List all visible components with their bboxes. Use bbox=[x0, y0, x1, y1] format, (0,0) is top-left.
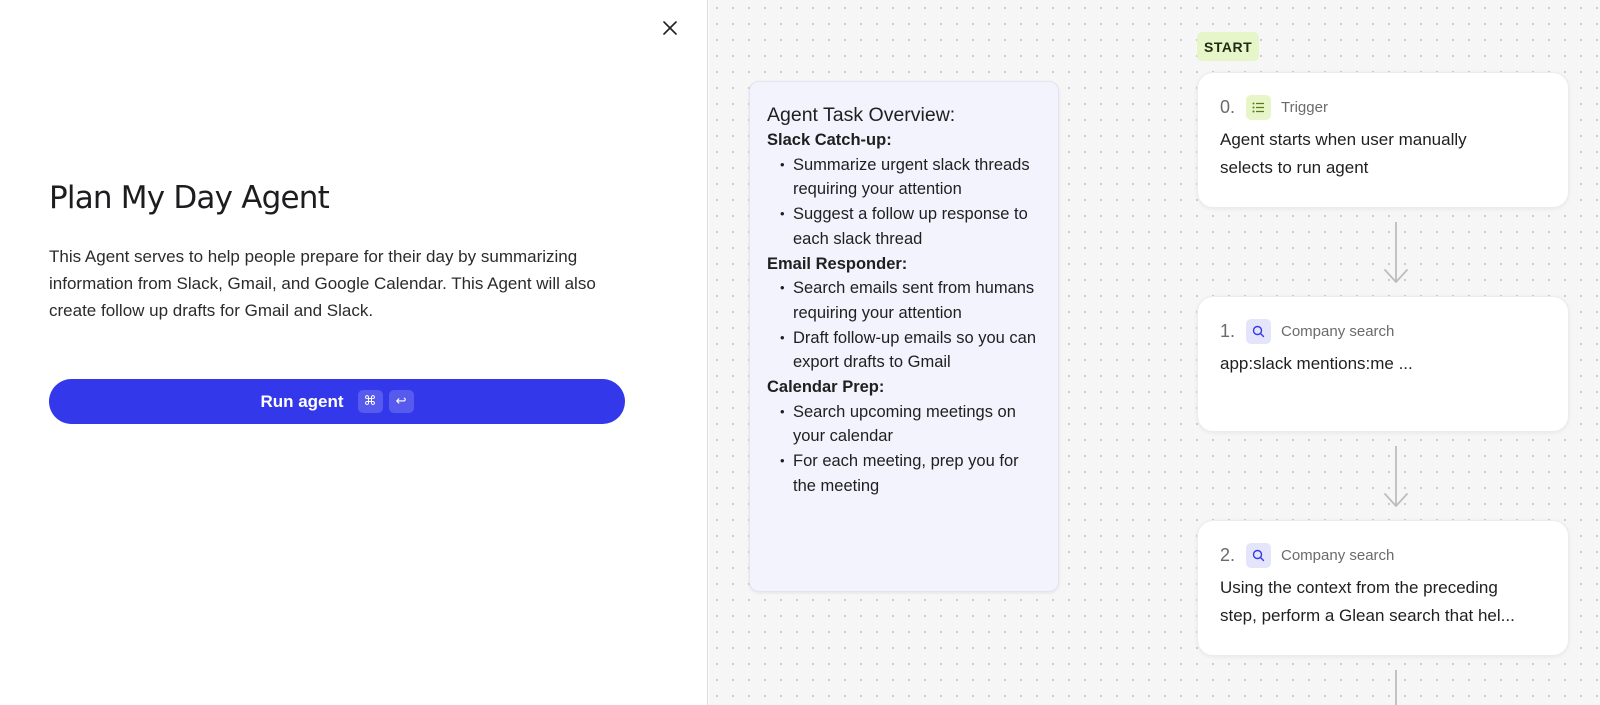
overview-bullet: Draft follow-up emails so you can export… bbox=[767, 326, 1041, 375]
step-type-label: Trigger bbox=[1281, 98, 1328, 116]
arrow-down-icon bbox=[1384, 222, 1408, 283]
overview-title: Agent Task Overview: bbox=[767, 104, 956, 126]
run-agent-button[interactable]: Run agent ⌘ ↩ bbox=[49, 379, 625, 424]
step-description: app:slack mentions:me ... bbox=[1220, 350, 1546, 378]
step-description: Agent starts when user manually selects … bbox=[1220, 126, 1546, 182]
step-card-company-search[interactable]: 2. Company search Using the context from… bbox=[1197, 520, 1569, 656]
close-icon bbox=[663, 21, 677, 35]
run-agent-label: Run agent bbox=[260, 391, 344, 411]
close-button[interactable] bbox=[656, 14, 684, 42]
overview-bullet: Search emails sent from humans requiring… bbox=[767, 276, 1041, 325]
overview-bullet-list: Search emails sent from humans requiring… bbox=[767, 276, 1041, 375]
overview-bullet-list: Search upcoming meetings on your calenda… bbox=[767, 400, 1041, 499]
return-key-icon: ↩ bbox=[388, 390, 414, 413]
overview-section-heading: Email Responder: bbox=[767, 254, 908, 273]
arrow-down-icon bbox=[1384, 446, 1408, 507]
step-description-line: step, perform a Glean search that hel... bbox=[1220, 606, 1515, 625]
step-type-label: Company search bbox=[1281, 546, 1395, 564]
step-number: 0. bbox=[1220, 96, 1236, 117]
overview-section-heading: Slack Catch-up: bbox=[767, 131, 892, 149]
overview-section-heading: Calendar Prep: bbox=[767, 378, 885, 397]
start-badge: START bbox=[1197, 32, 1260, 61]
step-card-company-search[interactable]: 1. Company search app:slack mentions:me … bbox=[1197, 296, 1569, 432]
step-number: 1. bbox=[1220, 320, 1236, 341]
overview-bullet: Suggest a follow up response to each sla… bbox=[767, 202, 1041, 251]
task-overview-note[interactable]: Agent Task Overview: Slack Catch-up: Sum… bbox=[749, 81, 1059, 592]
step-number: 2. bbox=[1220, 544, 1236, 565]
command-key-icon: ⌘ bbox=[357, 390, 383, 413]
search-icon bbox=[1246, 318, 1271, 344]
step-card-trigger[interactable]: 0. Trigger Agent starts when user manual… bbox=[1197, 72, 1569, 208]
agent-title: Plan My Day Agent bbox=[49, 180, 330, 216]
overview-bullet: Search upcoming meetings on your calenda… bbox=[767, 400, 1041, 449]
agent-description: This Agent serves to help people prepare… bbox=[49, 247, 596, 320]
step-description-line: Agent starts when user manually bbox=[1220, 130, 1467, 149]
workflow-canvas[interactable]: Agent Task Overview: Slack Catch-up: Sum… bbox=[709, 0, 1600, 705]
step-description-line: Using the context from the preceding bbox=[1220, 578, 1498, 597]
step-description-line: app:slack mentions:me ... bbox=[1220, 354, 1413, 373]
agent-detail-panel: Plan My Day Agent This Agent serves to h… bbox=[0, 0, 708, 705]
connector-line bbox=[1395, 670, 1397, 705]
search-icon bbox=[1246, 542, 1271, 568]
list-icon bbox=[1246, 94, 1271, 120]
overview-bullet: For each meeting, prep you for the meeti… bbox=[767, 449, 1041, 498]
step-description: Using the context from the preceding ste… bbox=[1220, 574, 1546, 630]
step-type-label: Company search bbox=[1281, 322, 1395, 340]
step-description-line: selects to run agent bbox=[1220, 158, 1369, 177]
overview-bullet: Summarize urgent slack threads requiring… bbox=[767, 153, 1041, 202]
overview-bullet-list: Summarize urgent slack threads requiring… bbox=[767, 153, 1041, 252]
